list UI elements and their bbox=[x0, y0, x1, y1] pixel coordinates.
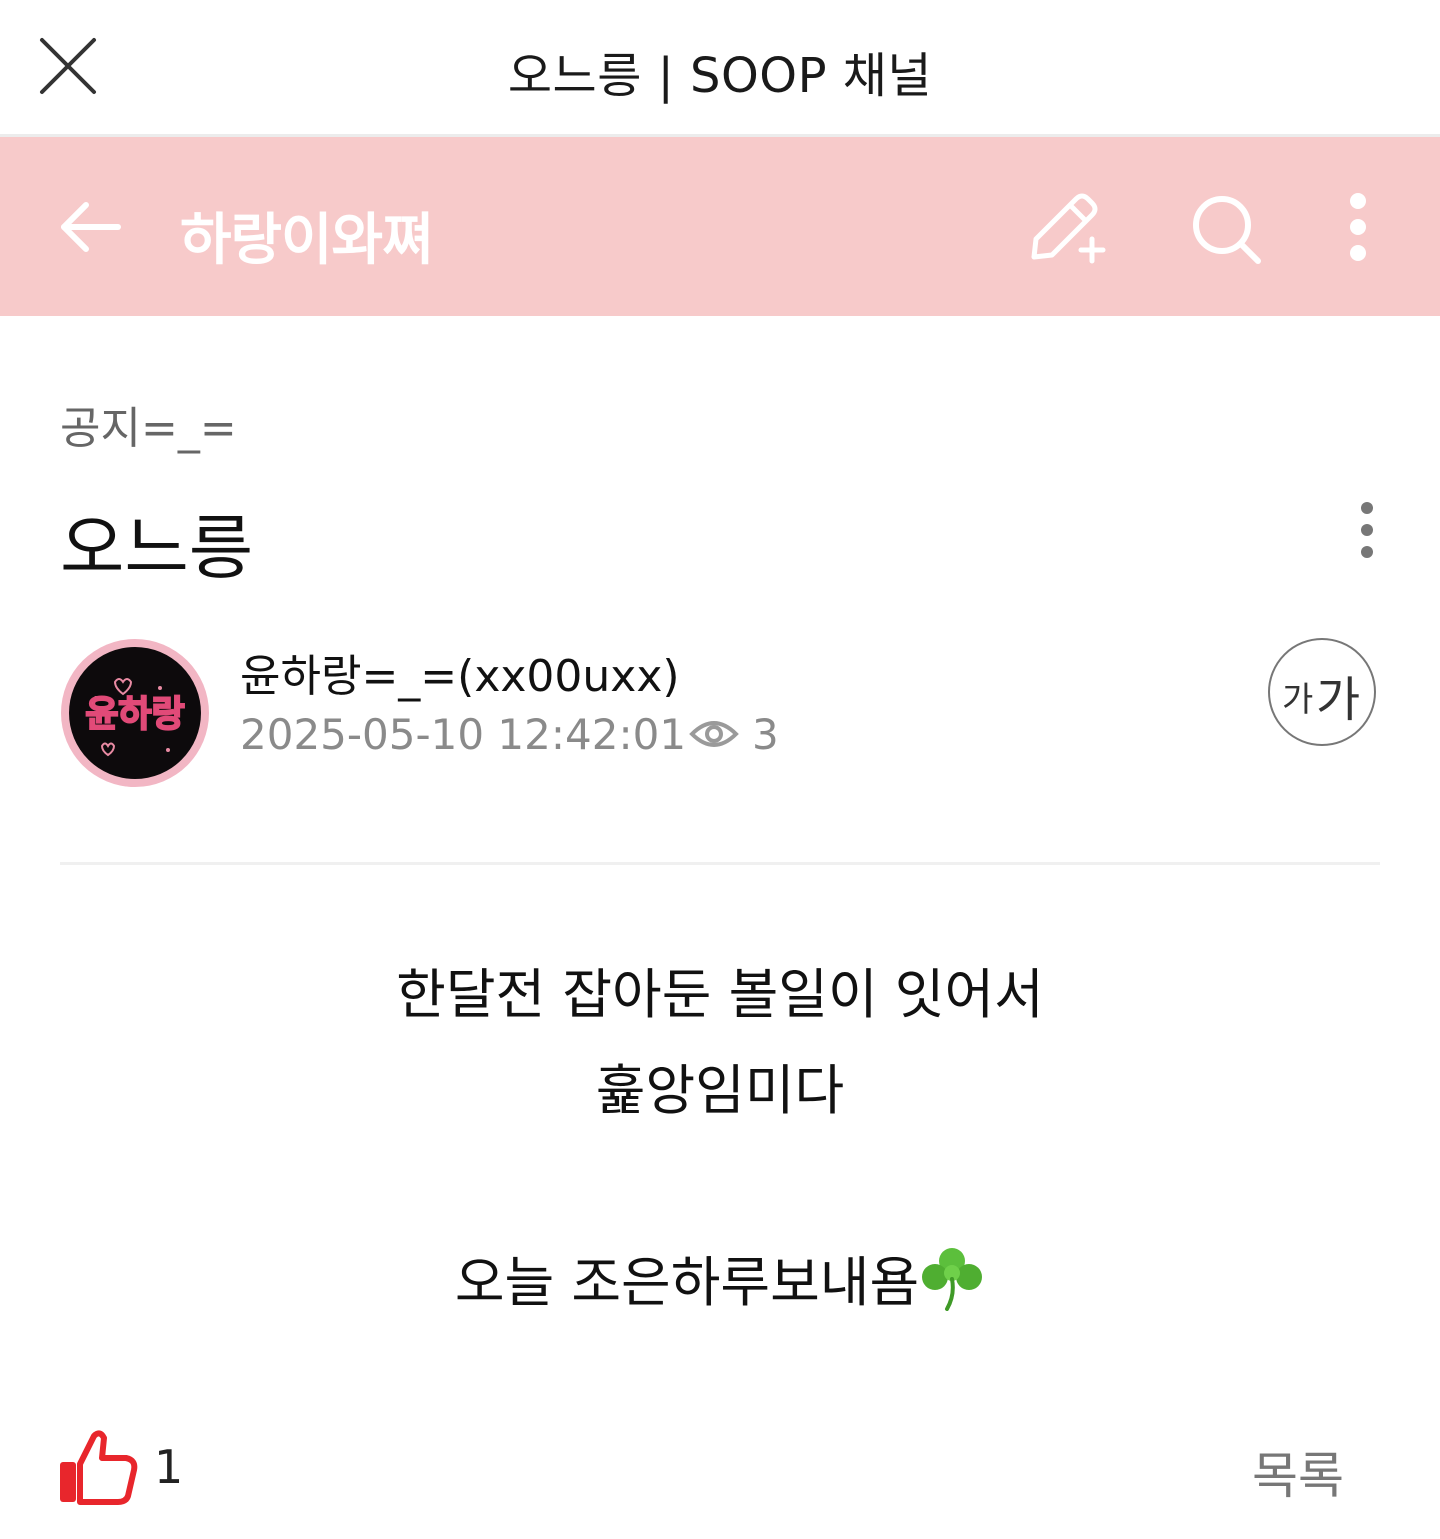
divider bbox=[60, 862, 1380, 865]
list-button[interactable]: 목록 bbox=[1252, 1436, 1344, 1508]
font-size-label-large: 가 bbox=[1316, 672, 1361, 728]
more-vertical-icon[interactable] bbox=[1336, 191, 1380, 263]
view-count: 3 bbox=[752, 710, 779, 759]
font-size-label-small: 가 bbox=[1282, 680, 1314, 720]
post-body-line: 한달전 잡아둔 볼일이 잇어서 bbox=[396, 963, 1044, 1026]
avatar[interactable]: 윤하랑 bbox=[60, 638, 210, 788]
clover-icon bbox=[919, 1245, 985, 1311]
post-category[interactable]: 공지=_= bbox=[60, 392, 237, 456]
eye-icon bbox=[688, 712, 740, 756]
channel-name[interactable]: 하랑이와쪄 bbox=[180, 195, 434, 276]
post-body-text: 오늘 조은하루보내욤 bbox=[454, 1251, 920, 1314]
pencil-plus-icon[interactable] bbox=[1020, 187, 1110, 267]
window-title: 오느릉 | SOOP 채널 bbox=[507, 48, 933, 104]
like-count: 1 bbox=[154, 1440, 184, 1494]
post-title: 오느릉 bbox=[60, 507, 254, 589]
window-titlebar: 오느릉 | SOOP 채널 bbox=[0, 0, 1440, 137]
thumbs-up-icon[interactable] bbox=[56, 1428, 140, 1508]
font-size-button[interactable]: 가 가 bbox=[1268, 638, 1376, 746]
avatar-text: 윤하랑 bbox=[85, 694, 184, 735]
post-body-line: 흁앙임미다 bbox=[595, 1059, 845, 1122]
post-body-line: 오늘 조은하루보내욤 bbox=[0, 1238, 1440, 1317]
channel-header: 하랑이와쪄 bbox=[0, 137, 1440, 316]
back-arrow-icon[interactable] bbox=[56, 197, 126, 257]
more-vertical-icon[interactable] bbox=[1350, 500, 1384, 560]
author-name[interactable]: 윤하랑=_=(xx00uxx) bbox=[240, 640, 680, 704]
search-icon[interactable] bbox=[1186, 191, 1266, 271]
post-datetime: 2025-05-10 12:42:01 bbox=[240, 710, 687, 759]
